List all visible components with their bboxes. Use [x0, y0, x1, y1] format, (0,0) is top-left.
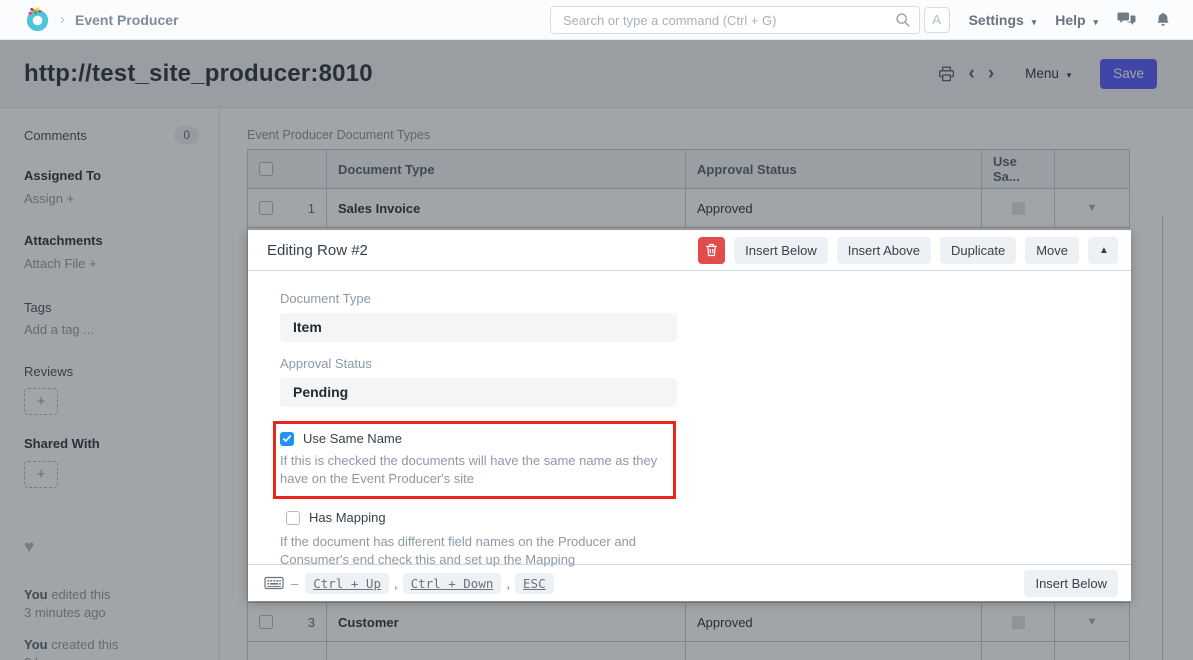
has-mapping-checkbox[interactable] — [286, 511, 300, 525]
comma-separator: , — [506, 576, 510, 591]
insert-below-button[interactable]: Insert Below — [734, 237, 828, 264]
navbar: › Event Producer A Settings ▾ Help ▾ — [0, 0, 1193, 40]
document-type-field[interactable]: Item — [280, 313, 677, 342]
use-same-name-label[interactable]: Use Same Name — [303, 431, 402, 446]
chevron-up-icon: ▲ — [1099, 245, 1109, 256]
shortcut-ctrl-down: Ctrl + Down — [403, 573, 502, 594]
chevron-down-icon: ▾ — [1032, 17, 1037, 27]
chat-icon[interactable] — [1117, 11, 1136, 28]
dash-separator: – — [291, 576, 298, 591]
settings-menu[interactable]: Settings ▾ — [969, 12, 1037, 28]
move-button[interactable]: Move — [1025, 237, 1079, 264]
duplicate-button[interactable]: Duplicate — [940, 237, 1016, 264]
insert-below-footer-button[interactable]: Insert Below — [1024, 570, 1118, 597]
has-mapping-description: If the document has different field name… — [280, 533, 652, 568]
use-same-name-checkbox[interactable] — [280, 432, 294, 446]
global-search — [550, 6, 920, 34]
help-menu[interactable]: Help ▾ — [1055, 12, 1098, 28]
notifications-bell-icon[interactable] — [1155, 11, 1171, 28]
app-logo-icon[interactable] — [24, 6, 51, 33]
breadcrumb-separator-icon: › — [60, 11, 65, 28]
search-input[interactable] — [550, 6, 920, 34]
comma-separator: , — [394, 576, 398, 591]
insert-above-button[interactable]: Insert Above — [837, 237, 931, 264]
settings-label: Settings — [969, 12, 1024, 28]
avatar-letter: A — [932, 12, 941, 27]
editor-title: Editing Row #2 — [267, 242, 368, 259]
chevron-down-icon: ▾ — [1093, 17, 1098, 27]
shortcut-ctrl-up: Ctrl + Up — [305, 573, 389, 594]
red-annotation-box: Use Same Name If this is checked the doc… — [273, 421, 676, 499]
breadcrumb[interactable]: Event Producer — [75, 12, 178, 28]
has-mapping-label[interactable]: Has Mapping — [309, 510, 386, 525]
keyboard-icon — [264, 576, 284, 590]
editor-footer: – Ctrl + Up , Ctrl + Down , ESC Insert B… — [248, 564, 1131, 601]
approval-status-label: Approval Status — [280, 356, 1131, 371]
check-icon — [282, 434, 292, 443]
shortcut-esc: ESC — [515, 573, 554, 594]
trash-icon — [705, 243, 718, 257]
help-label: Help — [1055, 12, 1085, 28]
delete-row-button[interactable] — [698, 237, 725, 264]
editor-body: Document Type Item Approval Status Pendi… — [248, 271, 1131, 564]
document-type-label: Document Type — [280, 291, 1131, 306]
approval-status-field[interactable]: Pending — [280, 378, 677, 407]
editor-header: Editing Row #2 Insert Below Insert Above… — [248, 230, 1131, 271]
avatar[interactable]: A — [924, 7, 950, 33]
search-icon — [895, 12, 911, 28]
has-mapping-block: Has Mapping If the document has differen… — [280, 510, 1131, 568]
grid-row-editor: Editing Row #2 Insert Below Insert Above… — [248, 230, 1131, 601]
use-same-name-description: If this is checked the documents will ha… — [280, 452, 672, 487]
collapse-row-button[interactable]: ▲ — [1088, 237, 1118, 264]
